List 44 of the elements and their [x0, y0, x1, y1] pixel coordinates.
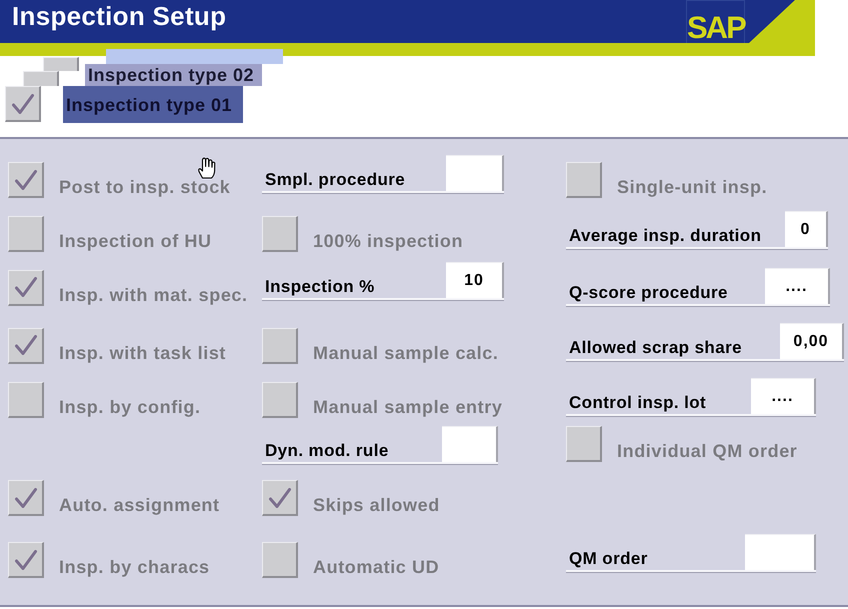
checkbox-label: Insp. with mat. spec.	[59, 284, 248, 306]
checkbox-label: Skips allowed	[313, 495, 440, 516]
checkbox-label: Auto. assignment	[59, 495, 220, 516]
input-field[interactable]: 10	[446, 262, 504, 298]
checkmark-icon	[268, 488, 290, 508]
checkmark-icon	[14, 277, 36, 297]
window-title: Inspection Setup	[12, 1, 226, 31]
checkbox-label: Manual sample entry	[313, 397, 502, 418]
hand-cursor-icon	[196, 157, 216, 179]
checkbox[interactable]	[43, 57, 79, 71]
logo: SAP	[686, 0, 745, 43]
checkbox-label: Automatic UD	[313, 557, 440, 578]
field-label: Q-score procedure	[568, 283, 728, 304]
checkmark-icon	[14, 488, 36, 508]
checkmark-icon	[14, 550, 36, 570]
checkbox-label: Manual sample calc.	[313, 342, 498, 364]
input-field[interactable]: 0	[785, 211, 828, 247]
checkbox[interactable]	[5, 86, 41, 122]
checkbox-label: Insp. by characs	[59, 557, 210, 578]
field-label: Average insp. duration	[568, 226, 762, 247]
checkbox[interactable]	[23, 71, 59, 86]
input-field[interactable]	[446, 155, 504, 191]
input-field[interactable]: ....	[751, 378, 816, 414]
input-field[interactable]	[745, 534, 816, 570]
checkbox-label: Post to insp. stock	[59, 177, 230, 198]
checkbox-label: Inspection of HU	[59, 230, 212, 252]
field-label: Smpl. procedure	[264, 170, 406, 191]
field-label: Dyn. mod. rule	[264, 441, 389, 462]
checkmark-icon	[14, 335, 36, 355]
input-field[interactable]	[442, 426, 498, 462]
checkbox-label: 100% inspection	[313, 230, 464, 252]
input-field[interactable]: 0,00	[780, 323, 844, 359]
field-label: Inspection %	[264, 277, 375, 298]
checkbox-label: Single-unit insp.	[617, 177, 768, 198]
input-field[interactable]: ....	[765, 268, 830, 304]
field-label: Allowed scrap share	[568, 338, 742, 359]
checkmark-icon	[14, 170, 36, 190]
checkbox-label: Insp. with task list	[59, 342, 226, 364]
checkbox-label: Individual QM order	[617, 441, 798, 462]
tab[interactable]: Inspection type 02	[85, 64, 262, 86]
checkbox-label: Insp. by config.	[59, 397, 201, 418]
field-label: Control insp. lot	[568, 393, 706, 414]
checkmark-icon	[12, 94, 34, 114]
field-label: QM order	[568, 549, 648, 570]
